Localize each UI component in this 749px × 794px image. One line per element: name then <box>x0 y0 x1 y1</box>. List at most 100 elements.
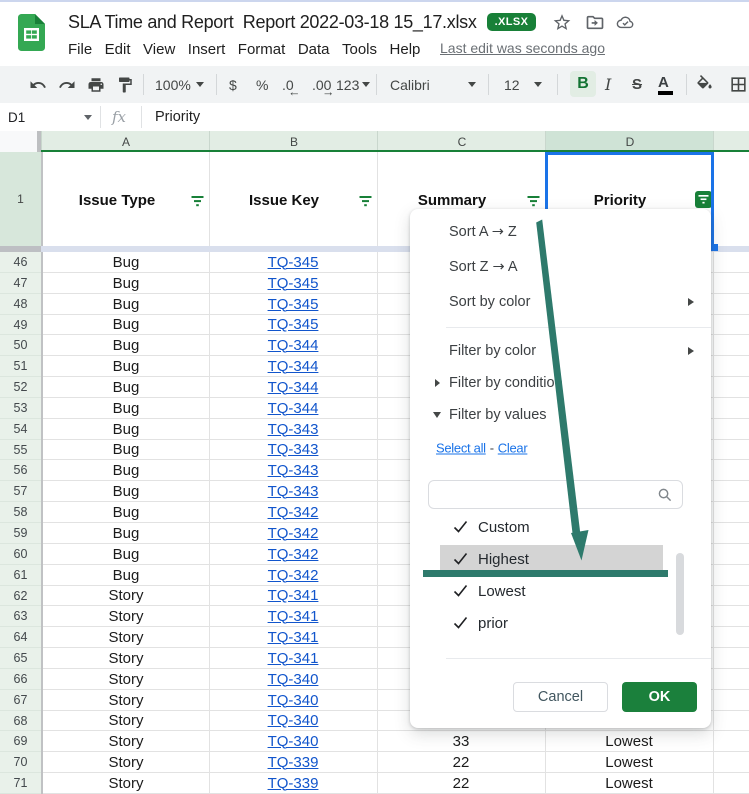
row-header-67[interactable]: 67 <box>0 690 41 711</box>
cell[interactable]: 22 <box>377 773 545 793</box>
row-header-69[interactable]: 69 <box>0 731 41 752</box>
move-folder-icon[interactable] <box>585 12 605 32</box>
cell[interactable]: TQ-340 <box>209 711 377 730</box>
row-header-51[interactable]: 51 <box>0 356 41 377</box>
cell[interactable]: Bug <box>43 523 209 543</box>
row-header-70[interactable]: 70 <box>0 752 41 773</box>
cell[interactable]: TQ-342 <box>209 565 377 585</box>
cell[interactable]: TQ-339 <box>209 752 377 772</box>
cloud-saved-icon[interactable] <box>615 12 635 32</box>
menu-sort-a-z[interactable]: Sort A → Z <box>449 224 517 240</box>
cell[interactable]: TQ-344 <box>209 398 377 418</box>
row-header-54[interactable]: 54 <box>0 419 41 440</box>
cell[interactable]: Story <box>43 690 209 710</box>
issue-link[interactable]: TQ-342 <box>268 546 319 563</box>
row-header-63[interactable]: 63 <box>0 606 41 627</box>
font-family-select[interactable]: Calibri <box>390 66 430 103</box>
clear-link[interactable]: Clear <box>498 441 528 456</box>
row-header-62[interactable]: 62 <box>0 586 41 606</box>
last-edit-status[interactable]: Last edit was seconds ago <box>440 40 605 56</box>
cell[interactable]: TQ-345 <box>209 294 377 314</box>
issue-link[interactable]: TQ-341 <box>268 629 319 646</box>
name-box[interactable]: D1 <box>8 103 25 131</box>
issue-link[interactable]: TQ-345 <box>268 275 319 292</box>
cell[interactable]: Bug <box>43 481 209 501</box>
row-header-60[interactable]: 60 <box>0 544 41 565</box>
cell[interactable]: TQ-343 <box>209 419 377 439</box>
cell[interactable]: TQ-340 <box>209 731 377 751</box>
menu-help[interactable]: Help <box>390 41 421 58</box>
row-header-52[interactable]: 52 <box>0 377 41 398</box>
cell[interactable]: Story <box>43 627 209 647</box>
cell[interactable]: Lowest <box>545 773 713 793</box>
cell[interactable]: Bug <box>43 273 209 293</box>
column-header-C[interactable]: C <box>377 131 546 152</box>
cell[interactable]: Bug <box>43 565 209 585</box>
cell[interactable]: Bug <box>43 460 209 480</box>
cell[interactable]: Bug <box>43 294 209 314</box>
issue-link[interactable]: TQ-340 <box>268 671 319 688</box>
row-header-58[interactable]: 58 <box>0 502 41 523</box>
cell[interactable]: Bug <box>43 398 209 418</box>
issue-link[interactable]: TQ-343 <box>268 462 319 479</box>
sheets-logo-icon[interactable] <box>18 14 45 51</box>
issue-link[interactable]: TQ-342 <box>268 525 319 542</box>
cell[interactable]: Story <box>43 648 209 668</box>
cell[interactable]: TQ-341 <box>209 627 377 647</box>
issue-link[interactable]: TQ-342 <box>268 504 319 521</box>
fill-color-button[interactable] <box>695 66 714 103</box>
font-size-caret-icon[interactable] <box>534 66 542 103</box>
issue-link[interactable]: TQ-340 <box>268 712 319 729</box>
cell[interactable]: Bug <box>43 315 209 334</box>
redo-icon[interactable] <box>58 66 76 103</box>
issue-link[interactable]: TQ-339 <box>268 754 319 771</box>
cell[interactable]: TQ-343 <box>209 481 377 501</box>
cell[interactable]: Story <box>43 752 209 772</box>
issue-link[interactable]: TQ-344 <box>268 400 319 417</box>
filter-value-prior[interactable]: prior <box>410 609 711 637</box>
text-color-button[interactable]: A <box>658 66 673 103</box>
row-header-59[interactable]: 59 <box>0 523 41 544</box>
issue-link[interactable]: TQ-343 <box>268 483 319 500</box>
issue-link[interactable]: TQ-340 <box>268 733 319 750</box>
menu-sort-by-color[interactable]: Sort by color <box>449 294 530 310</box>
issue-link[interactable]: TQ-344 <box>268 337 319 354</box>
issue-link[interactable]: TQ-344 <box>268 379 319 396</box>
fill-handle[interactable] <box>711 244 718 251</box>
issue-link[interactable]: TQ-345 <box>268 296 319 313</box>
undo-icon[interactable] <box>29 66 47 103</box>
cell[interactable]: TQ-342 <box>209 523 377 543</box>
cell[interactable]: 33 <box>377 731 545 751</box>
cell[interactable]: Bug <box>43 252 209 272</box>
filter-search-input[interactable] <box>428 480 683 509</box>
menu-tools[interactable]: Tools <box>342 41 377 58</box>
ok-button[interactable]: OK <box>622 682 697 712</box>
column-header-A[interactable]: A <box>41 131 210 152</box>
cell[interactable]: TQ-345 <box>209 315 377 334</box>
issue-link[interactable]: TQ-345 <box>268 316 319 333</box>
filter-funnel-icon[interactable] <box>191 195 204 207</box>
increase-decimals-button[interactable]: .00→ <box>312 66 331 103</box>
filter-funnel-icon[interactable] <box>359 195 372 207</box>
cell[interactable]: Bug <box>43 335 209 355</box>
issue-link[interactable]: TQ-341 <box>268 587 319 604</box>
row-header-66[interactable]: 66 <box>0 669 41 690</box>
menu-edit[interactable]: Edit <box>105 41 131 58</box>
cell[interactable]: Bug <box>43 419 209 439</box>
format-percent-button[interactable]: % <box>256 66 268 103</box>
name-box-caret-icon[interactable] <box>84 103 92 131</box>
cell[interactable]: TQ-341 <box>209 586 377 605</box>
zoom-caret-icon[interactable] <box>196 66 204 103</box>
bold-button[interactable]: B <box>570 71 596 97</box>
cell[interactable]: Story <box>43 711 209 730</box>
menu-file[interactable]: File <box>68 41 92 58</box>
row-header-71[interactable]: 71 <box>0 773 41 794</box>
issue-link[interactable]: TQ-341 <box>268 608 319 625</box>
cell[interactable]: TQ-339 <box>209 773 377 793</box>
filter-value-custom[interactable]: Custom <box>410 513 711 541</box>
row-header-56[interactable]: 56 <box>0 460 41 481</box>
zoom-select[interactable]: 100% <box>155 66 191 103</box>
menu-sort-z-a[interactable]: Sort Z → A <box>449 259 518 275</box>
cancel-button[interactable]: Cancel <box>513 682 608 712</box>
star-icon[interactable] <box>552 12 572 32</box>
